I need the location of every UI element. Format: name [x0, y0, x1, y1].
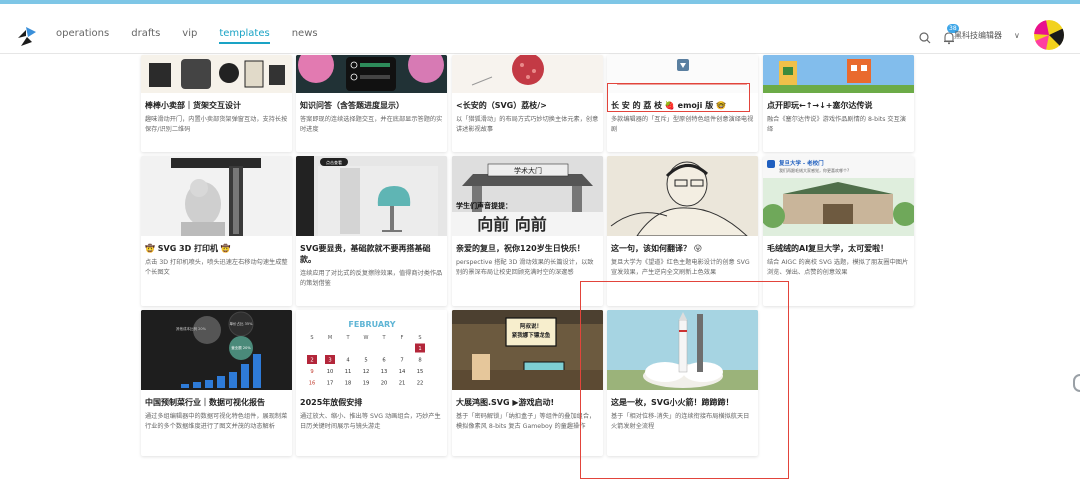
calendar-day: 12 — [363, 369, 370, 375]
card-thumbnail — [296, 55, 447, 93]
calendar-weekday: W — [364, 335, 369, 341]
card-description: 融合《塞尔达传说》游戏作品剧情的 8-bits 交互演绎 — [767, 116, 906, 133]
card-description: 通过放大、缩小、推出等 SVG 动画组合，巧妙产生日历关键时间展示与镜头游走 — [300, 413, 441, 430]
thumbnail-subheader: 我们再跟毛绒大家感觉，你更喜欢哪个? — [779, 167, 849, 173]
card-thumbnail: 复旦大学 - 老校门 我们再跟毛绒大家感觉，你更喜欢哪个? — [763, 156, 914, 236]
game-bubble-line: 紧我娜下镖龙鱼 — [512, 331, 551, 339]
card-title: 中国预制菜行业｜数据可视化报告 — [145, 398, 265, 407]
main-nav: operations drafts vip templates news — [56, 28, 340, 46]
card-description: 以「猎狐滑动」的布局方式巧妙切换主体元素，创意讲述影视故事 — [456, 116, 599, 133]
app-logo-icon[interactable] — [15, 24, 39, 48]
card-title: 亲爱的复旦，祝你120岁生日快乐！ — [456, 244, 585, 253]
calendar-day: 10 — [327, 369, 334, 375]
template-card[interactable]: 🤠 SVG 3D 打印机 🤠 点击 3D 打印机喷头，喷头迅速左右移动勾速生成整… — [141, 156, 292, 306]
thumbnail-headline: 向前 向前 — [477, 215, 547, 234]
card-thumbnail — [607, 156, 758, 236]
calendar-day: 17 — [327, 381, 334, 387]
card-description: 复旦大学为《望道》红色主题电影设计的创意 SVG 宣发效果，产生逆向全文刷新上色… — [611, 259, 750, 276]
card-title: SVG要显贵，基础款就不要再搭基础款。 — [300, 244, 431, 264]
calendar-day: 15 — [417, 369, 424, 375]
calendar-day: 13 — [381, 369, 388, 375]
calendar-weekday: S — [418, 335, 421, 341]
highlight-frame — [607, 83, 750, 112]
user-avatar[interactable] — [1034, 20, 1064, 50]
nav-templates[interactable]: templates — [219, 28, 271, 46]
card-description: 多款编辑器的「互斥」型原创特色组件创意演绎电视剧 — [611, 116, 754, 133]
card-title: 棒棒小卖部｜货架交互设计 — [145, 101, 241, 110]
card-thumbnail — [141, 55, 292, 93]
calendar-day: 6 — [382, 358, 385, 364]
card-description: 通过多组编辑器中的数据可视化特色组件，展现制菜行业的多个数据维度进行了图文并茂的… — [145, 413, 288, 430]
nav-operations[interactable]: operations — [56, 28, 109, 46]
thumbnail-caption: 学生们声音提提： — [456, 201, 512, 210]
calendar-day: 21 — [399, 381, 406, 387]
template-card[interactable]: 点击查看 SVG要显贵，基础款就不要再搭基础款。 连续应用了对比式的反复擦除效果… — [296, 156, 447, 306]
card-thumbnail — [452, 55, 603, 93]
calendar-day: 14 — [399, 369, 406, 375]
calendar-weekday: F — [401, 335, 404, 341]
card-description: perspective 搭配 3D 滑动效果的长篇设计，以致别的景深布局让校史回… — [456, 259, 594, 276]
calendar-day: 22 — [417, 381, 424, 387]
card-thumbnail: 学术大门 学生们声音提提： 向前 向前 — [452, 156, 603, 236]
card-thumbnail — [763, 55, 914, 93]
bubble-label: 单价占比 35% — [230, 321, 254, 326]
nav-vip[interactable]: vip — [182, 28, 197, 46]
card-title: 知识问答（含答题进度显示） — [300, 101, 404, 110]
side-scroll-button[interactable] — [1073, 374, 1080, 392]
card-title: 点开即玩←↑→↓+塞尔达传说 — [767, 101, 873, 110]
card-thumbnail: 点击查看 — [296, 156, 447, 236]
calendar-day: 16 — [309, 381, 316, 387]
nav-news[interactable]: news — [292, 28, 318, 46]
chevron-down-icon[interactable]: ∨ — [1014, 31, 1020, 40]
card-thumbnail — [141, 156, 292, 236]
bubble-label: 营业额 20% — [231, 345, 251, 350]
card-title: 这一句，该如何翻译？ 😛 — [611, 244, 703, 253]
game-bubble-line: 阿叔说！ — [520, 322, 542, 330]
top-navigation-bar: operations drafts vip templates news 38 … — [0, 4, 1080, 54]
card-title: <长安的（SVG）荔枝/> — [456, 101, 547, 110]
calendar-day: 19 — [363, 381, 370, 387]
calendar-day: 7 — [400, 358, 403, 364]
card-description: 连续应用了对比式的反复擦除效果，值得商讨类作品的策划借鉴 — [300, 270, 443, 287]
card-title: 2025年放假安排 — [300, 398, 363, 407]
card-description: 答案即现的连续选择题交互，并在底部显示答题的实时进度 — [300, 116, 443, 133]
template-card[interactable]: FEBRUARY S M T W T F S 1 2 3 4 5 6 7 8 9 10 11 12 13 14 15 16 1… — [296, 310, 447, 456]
calendar-day: 2 — [310, 358, 313, 364]
search-icon[interactable] — [918, 30, 932, 44]
card-title: 毛绒绒的AI复旦大学，太可爱啦！ — [767, 244, 889, 253]
calendar-day: 1 — [418, 346, 421, 352]
card-title: 🤠 SVG 3D 打印机 🤠 — [145, 244, 231, 253]
template-card[interactable]: <长安的（SVG）荔枝/> 以「猎狐滑动」的布局方式巧妙切换主体元素，创意讲述影… — [452, 55, 603, 152]
template-card[interactable]: 点开即玩←↑→↓+塞尔达传说 融合《塞尔达传说》游戏作品剧情的 8-bits 交… — [763, 55, 914, 152]
calendar-day: 11 — [345, 369, 352, 375]
template-card[interactable]: 知识问答（含答题进度显示） 答案即现的连续选择题交互，并在底部显示答题的实时进度 — [296, 55, 447, 152]
bubble-label: 其他成本比例 20% — [176, 326, 207, 331]
calendar-weekday: S — [310, 335, 313, 341]
thumbnail-header: 复旦大学 - 老校门 — [778, 159, 824, 167]
template-card[interactable]: 单价占比 35% 营业额 20% 其他成本比例 20% 中国预制菜行业｜数据可视… — [141, 310, 292, 456]
calendar-day: 20 — [381, 381, 388, 387]
card-thumbnail: 单价占比 35% 营业额 20% 其他成本比例 20% — [141, 310, 292, 390]
calendar-day: 18 — [345, 381, 352, 387]
calendar-month: FEBRUARY — [348, 320, 395, 329]
user-name[interactable]: 黑科技编辑器 — [954, 30, 1002, 41]
calendar-day: 3 — [328, 358, 331, 364]
card-description: 趣味滑动开门，内置小卖部货架弹窗互动，支持长按保存/识别二维码 — [145, 116, 288, 133]
template-card[interactable]: 棒棒小卖部｜货架交互设计 趣味滑动开门，内置小卖部货架弹窗互动，支持长按保存/识… — [141, 55, 292, 152]
calendar-day: 5 — [364, 358, 367, 364]
calendar-weekday: M — [328, 335, 332, 341]
card-description: 点击 3D 打印机喷头，喷头迅速左右移动勾速生成整个长图文 — [145, 259, 288, 276]
highlight-frame — [580, 281, 789, 479]
calendar-thumbnail: FEBRUARY S M T W T F S12 3 4 5 6 7 89 10 11 12 13 14 1516 1… — [296, 310, 447, 390]
card-description: 结合 AIGC 的高校 SVG 选题，模拟了朋友圈中图片浏览、弹出、点赞的创意效… — [767, 259, 909, 276]
card-thumbnail: FEBRUARY S M T W T F S 1 2 3 4 5 6 7 8 9 10 11 12 13 14 15 16 1… — [296, 310, 447, 390]
calendar-day: 8 — [418, 358, 421, 364]
thumbnail-tag: 点击查看 — [326, 159, 342, 165]
nav-drafts[interactable]: drafts — [131, 28, 160, 46]
thumbnail-sign: 学术大门 — [514, 166, 542, 175]
calendar-day: 9 — [310, 369, 313, 375]
